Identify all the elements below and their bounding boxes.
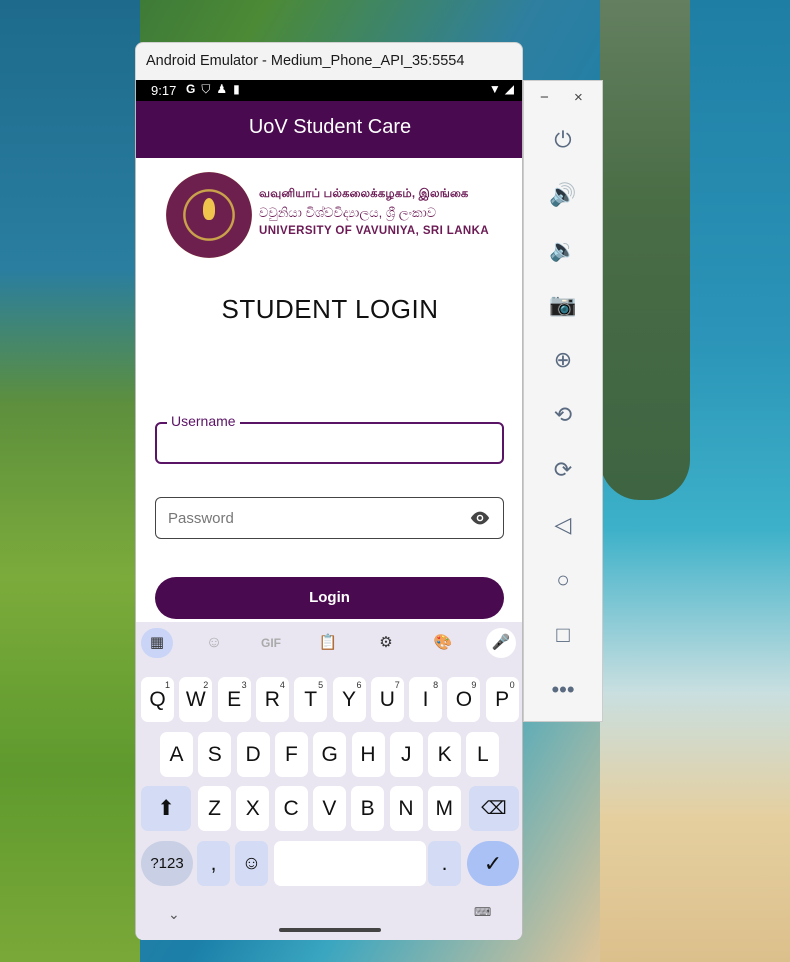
key-c[interactable]: C: [274, 786, 308, 831]
minimize-icon[interactable]: −: [540, 89, 549, 106]
logo-text-english: UNIVERSITY OF VAVUNIYA, SRI LANKA: [259, 225, 490, 237]
wifi-icon: ▼: [488, 82, 501, 96]
enter-key[interactable]: ✓: [467, 841, 519, 886]
emulator-window-title: Android Emulator - Medium_Phone_API_35:5…: [146, 53, 465, 69]
key-v[interactable]: V: [312, 786, 346, 831]
password-field[interactable]: [155, 497, 504, 539]
key-o[interactable]: O9: [447, 677, 481, 722]
emoji-key[interactable]: ☺: [235, 841, 268, 886]
period-key[interactable]: .: [428, 841, 461, 886]
page-title: STUDENT LOGIN: [221, 294, 439, 324]
emulator-side-panel: − × ⏻ 🔊 🔉 📷 ⊕ ⟲ ⟳ ◁ ○ □ •••: [523, 80, 603, 722]
app-title: UoV Student Care: [248, 116, 412, 138]
google-icon: G: [186, 82, 196, 96]
status-time: 9:17: [151, 83, 177, 98]
rotate-right-icon[interactable]: ⟳: [546, 453, 580, 487]
sticker-icon[interactable]: ☺: [198, 628, 230, 658]
key-k[interactable]: K: [428, 732, 462, 777]
soft-keyboard: ▦ ☺ GIF 📋 ⚙ 🎨 🎤 Q1W2E3R4T5Y6U7I8O9P0 ASD…: [136, 622, 522, 940]
home-icon[interactable]: ○: [546, 563, 580, 597]
rotate-left-icon[interactable]: ⟲: [546, 398, 580, 432]
shift-key[interactable]: ⬆: [141, 786, 191, 831]
clipboard-icon[interactable]: 📋: [312, 628, 344, 658]
backspace-key[interactable]: ⌫: [469, 786, 519, 831]
gesture-nav-handle[interactable]: [279, 928, 381, 932]
comma-key[interactable]: ,: [197, 841, 230, 886]
username-field[interactable]: Username: [155, 413, 504, 464]
logo-text-sinhala: වවුනියා විශ්වවිද්‍යාලය, ශ්‍රී ලංකාව: [259, 205, 437, 220]
apps-grid-icon[interactable]: ▦: [141, 628, 173, 658]
symbols-key[interactable]: ?123: [141, 841, 193, 886]
key-z[interactable]: Z: [198, 786, 231, 831]
overview-icon[interactable]: □: [546, 618, 580, 652]
gif-button[interactable]: GIF: [255, 628, 287, 658]
key-q[interactable]: Q1: [141, 677, 174, 722]
phone-screen: 9:17 G ⛉ ♟ ▮ ▼ ◢ UoV Student Care வவுனிய…: [135, 80, 523, 940]
key-u[interactable]: U7: [370, 677, 404, 722]
desktop-wallpaper-cliff: [600, 0, 690, 500]
key-a[interactable]: A: [160, 732, 193, 777]
hide-keyboard-icon[interactable]: ⌄: [168, 906, 180, 923]
shield-icon: ⛉: [201, 82, 211, 96]
app-bar: UoV Student Care: [136, 101, 522, 158]
university-logo: வவுனியாப் பல்கலைக்கழகம், இலங்கை වවුනියා …: [166, 172, 506, 260]
key-n[interactable]: N: [389, 786, 423, 831]
key-s[interactable]: S: [198, 732, 232, 777]
key-y[interactable]: Y6: [332, 677, 366, 722]
key-l[interactable]: L: [466, 732, 500, 777]
key-r[interactable]: R4: [255, 677, 289, 722]
show-password-icon[interactable]: [469, 510, 491, 526]
key-w[interactable]: W2: [179, 677, 213, 722]
key-d[interactable]: D: [236, 732, 270, 777]
university-seal-icon: [166, 172, 252, 258]
key-x[interactable]: X: [236, 786, 270, 831]
sd-card-icon: ▮: [233, 82, 240, 96]
back-icon[interactable]: ◁: [546, 508, 580, 542]
key-t[interactable]: T5: [294, 677, 328, 722]
space-key[interactable]: [274, 841, 426, 886]
key-g[interactable]: G: [313, 732, 347, 777]
password-input[interactable]: [168, 508, 458, 528]
key-e[interactable]: E3: [217, 677, 251, 722]
palette-icon[interactable]: 🎨: [427, 628, 459, 658]
power-icon[interactable]: ⏻: [546, 123, 580, 157]
mic-icon[interactable]: 🎤: [486, 628, 518, 658]
username-input[interactable]: [169, 434, 459, 454]
keyboard-toolbar: ▦ ☺ GIF 📋 ⚙ 🎨 🎤: [136, 628, 522, 658]
signal-icon: ◢: [504, 82, 514, 96]
key-j[interactable]: J: [389, 732, 423, 777]
key-p[interactable]: P0: [485, 677, 519, 722]
more-icon[interactable]: •••: [546, 673, 580, 707]
volume-up-icon[interactable]: 🔊: [546, 178, 580, 212]
key-i[interactable]: I8: [409, 677, 443, 722]
camera-icon[interactable]: 📷: [546, 288, 580, 322]
zoom-icon[interactable]: ⊕: [546, 343, 580, 377]
key-m[interactable]: M: [427, 786, 461, 831]
key-b[interactable]: B: [351, 786, 385, 831]
key-f[interactable]: F: [274, 732, 308, 777]
emulator-title-bar[interactable]: Android Emulator - Medium_Phone_API_35:5…: [135, 42, 523, 80]
username-label: Username: [167, 413, 240, 429]
close-icon[interactable]: ×: [574, 89, 583, 106]
login-button[interactable]: Login: [155, 577, 504, 619]
status-bar: 9:17 G ⛉ ♟ ▮ ▼ ◢: [136, 80, 522, 101]
key-h[interactable]: H: [351, 732, 385, 777]
person-icon: ♟: [216, 82, 228, 96]
settings-icon[interactable]: ⚙: [370, 628, 402, 658]
keyboard-switch-icon[interactable]: ⌨: [474, 905, 491, 919]
logo-text-tamil: வவுனியாப் பல்கலைக்கழகம், இலங்கை: [259, 188, 469, 200]
volume-down-icon[interactable]: 🔉: [546, 233, 580, 267]
desktop-wallpaper-left: [0, 0, 140, 962]
